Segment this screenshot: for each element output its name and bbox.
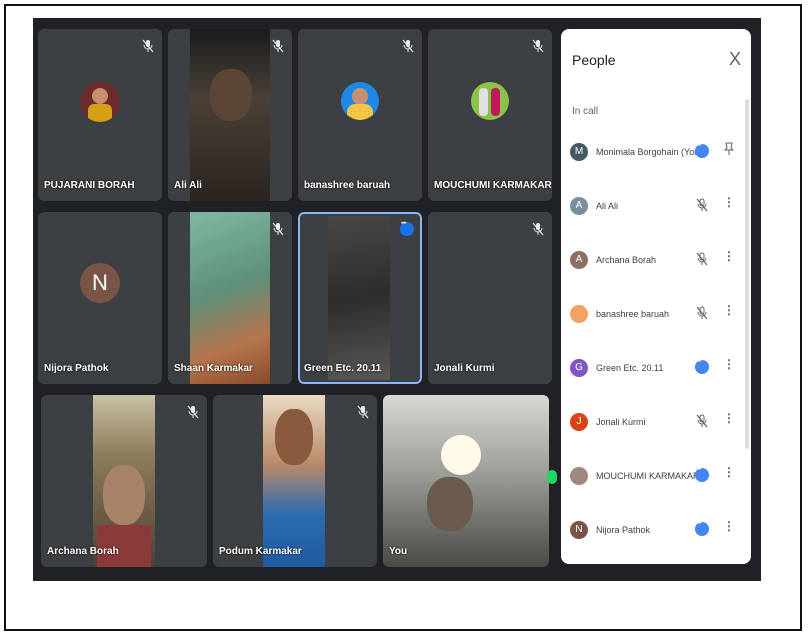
participant-name: You (389, 546, 408, 557)
mic-off-icon (187, 405, 199, 419)
video-feed (263, 395, 325, 567)
participant-tile-you[interactable]: You (383, 395, 549, 567)
kebab-menu-icon[interactable]: ⋮ (723, 196, 735, 208)
participant-name: Monimala Borgohain (You) (596, 147, 703, 157)
avatar (341, 82, 379, 120)
avatar (471, 82, 509, 120)
participant-name: PUJARANI BORAH (44, 180, 135, 191)
participant-name: banashree baruah (596, 309, 670, 319)
video-feed (328, 216, 390, 380)
participant-row[interactable]: A Ali Ali ⋮ (561, 193, 751, 223)
participant-avatar: A (570, 197, 588, 215)
participant-tile-nijora[interactable]: N Nijora Pathok (38, 212, 162, 384)
participant-name: MOUCHUMI KARMAKAR (434, 180, 552, 191)
mic-off-icon (695, 198, 709, 212)
pin-icon[interactable] (723, 142, 735, 158)
participant-name: Jonali Kurmi (434, 363, 495, 374)
participant-name: Ali Ali (174, 180, 202, 191)
participant-tile-shaan[interactable]: Shaan Karmakar (168, 212, 292, 384)
participant-name: Nijora Pathok (596, 525, 651, 535)
participant-avatar: N (570, 521, 588, 539)
kebab-menu-icon[interactable]: ⋮ (723, 304, 735, 316)
mic-off-icon (402, 39, 414, 53)
more-options-icon[interactable] (695, 359, 709, 374)
participant-avatar (570, 467, 588, 485)
participant-name: Green Etc. 20.11 (596, 363, 664, 373)
light-glare (441, 435, 481, 475)
participant-row[interactable]: banashree baruah ⋮ (561, 301, 751, 331)
participant-name: Archana Borah (596, 255, 657, 265)
participant-tile-jonali[interactable]: Jonali Kurmi (428, 212, 552, 384)
self-view-indicator (547, 470, 557, 484)
participant-tile-podum[interactable]: Podum Karmakar (213, 395, 377, 567)
participant-name: banashree baruah (304, 180, 391, 191)
video-feed (93, 395, 155, 567)
mic-off-icon (142, 39, 154, 53)
participant-name: Podum Karmakar (219, 546, 302, 557)
participant-row[interactable]: MOUCHUMI KARMAKAR ⋮ (561, 463, 751, 493)
more-options-icon[interactable] (695, 467, 709, 482)
video-feed (427, 477, 473, 531)
mic-off-icon (532, 222, 544, 236)
mic-off-icon (357, 405, 369, 419)
people-panel: People X In call M Monimala Borgohain (Yo… (561, 29, 751, 564)
participant-row[interactable]: N Nijora Pathok ⋮ (561, 517, 751, 547)
participant-tile-pujarani[interactable]: PUJARANI BORAH (38, 29, 162, 201)
mic-off-icon (695, 414, 709, 428)
mic-off-icon (532, 39, 544, 53)
mic-off-icon (272, 222, 284, 236)
participant-row[interactable]: M Monimala Borgohain (You) (561, 139, 751, 169)
participant-avatar: J (570, 413, 588, 431)
participant-name: Archana Borah (47, 546, 119, 557)
participant-avatar: G (570, 359, 588, 377)
section-label: In call (572, 106, 599, 117)
mic-off-icon (695, 252, 709, 266)
participant-row[interactable]: J Jonali Kurmi ⋮ (561, 409, 751, 439)
participant-tile-ali[interactable]: Ali Ali (168, 29, 292, 201)
video-feed (190, 212, 270, 384)
panel-title: People (572, 52, 616, 68)
participant-name: Green Etc. 20.11 (304, 363, 382, 374)
kebab-menu-icon[interactable]: ⋮ (723, 520, 735, 532)
kebab-menu-icon[interactable]: ⋮ (723, 358, 735, 370)
participant-name: Ali Ali (596, 201, 619, 211)
more-options-icon[interactable] (400, 221, 414, 236)
avatar (80, 82, 120, 122)
participant-tile-green-etc[interactable]: Green Etc. 20.11 (298, 212, 422, 384)
participant-tile-mouchumi[interactable]: MOUCHUMI KARMAKAR (428, 29, 552, 201)
participant-name: Shaan Karmakar (174, 363, 253, 374)
participant-row[interactable]: A Archana Borah ⋮ (561, 247, 751, 277)
participant-avatar: A (570, 251, 588, 269)
participant-name: Jonali Kurmi (596, 417, 646, 427)
participant-tile-banashree[interactable]: banashree baruah (298, 29, 422, 201)
more-options-icon[interactable] (695, 143, 709, 158)
participant-avatar: M (570, 143, 588, 161)
kebab-menu-icon[interactable]: ⋮ (723, 412, 735, 424)
participant-tile-archana[interactable]: Archana Borah (41, 395, 207, 567)
mic-off-icon (272, 39, 284, 53)
mic-off-icon (695, 306, 709, 320)
avatar: N (80, 263, 120, 303)
close-icon[interactable]: X (729, 49, 741, 70)
participant-name: MOUCHUMI KARMAKAR (596, 471, 700, 481)
video-feed (190, 29, 270, 201)
participant-avatar (570, 305, 588, 323)
kebab-menu-icon[interactable]: ⋮ (723, 250, 735, 262)
participant-name: Nijora Pathok (44, 363, 109, 374)
more-options-icon[interactable] (695, 521, 709, 536)
kebab-menu-icon[interactable]: ⋮ (723, 466, 735, 478)
participant-row[interactable]: G Green Etc. 20.11 ⋮ (561, 355, 751, 385)
